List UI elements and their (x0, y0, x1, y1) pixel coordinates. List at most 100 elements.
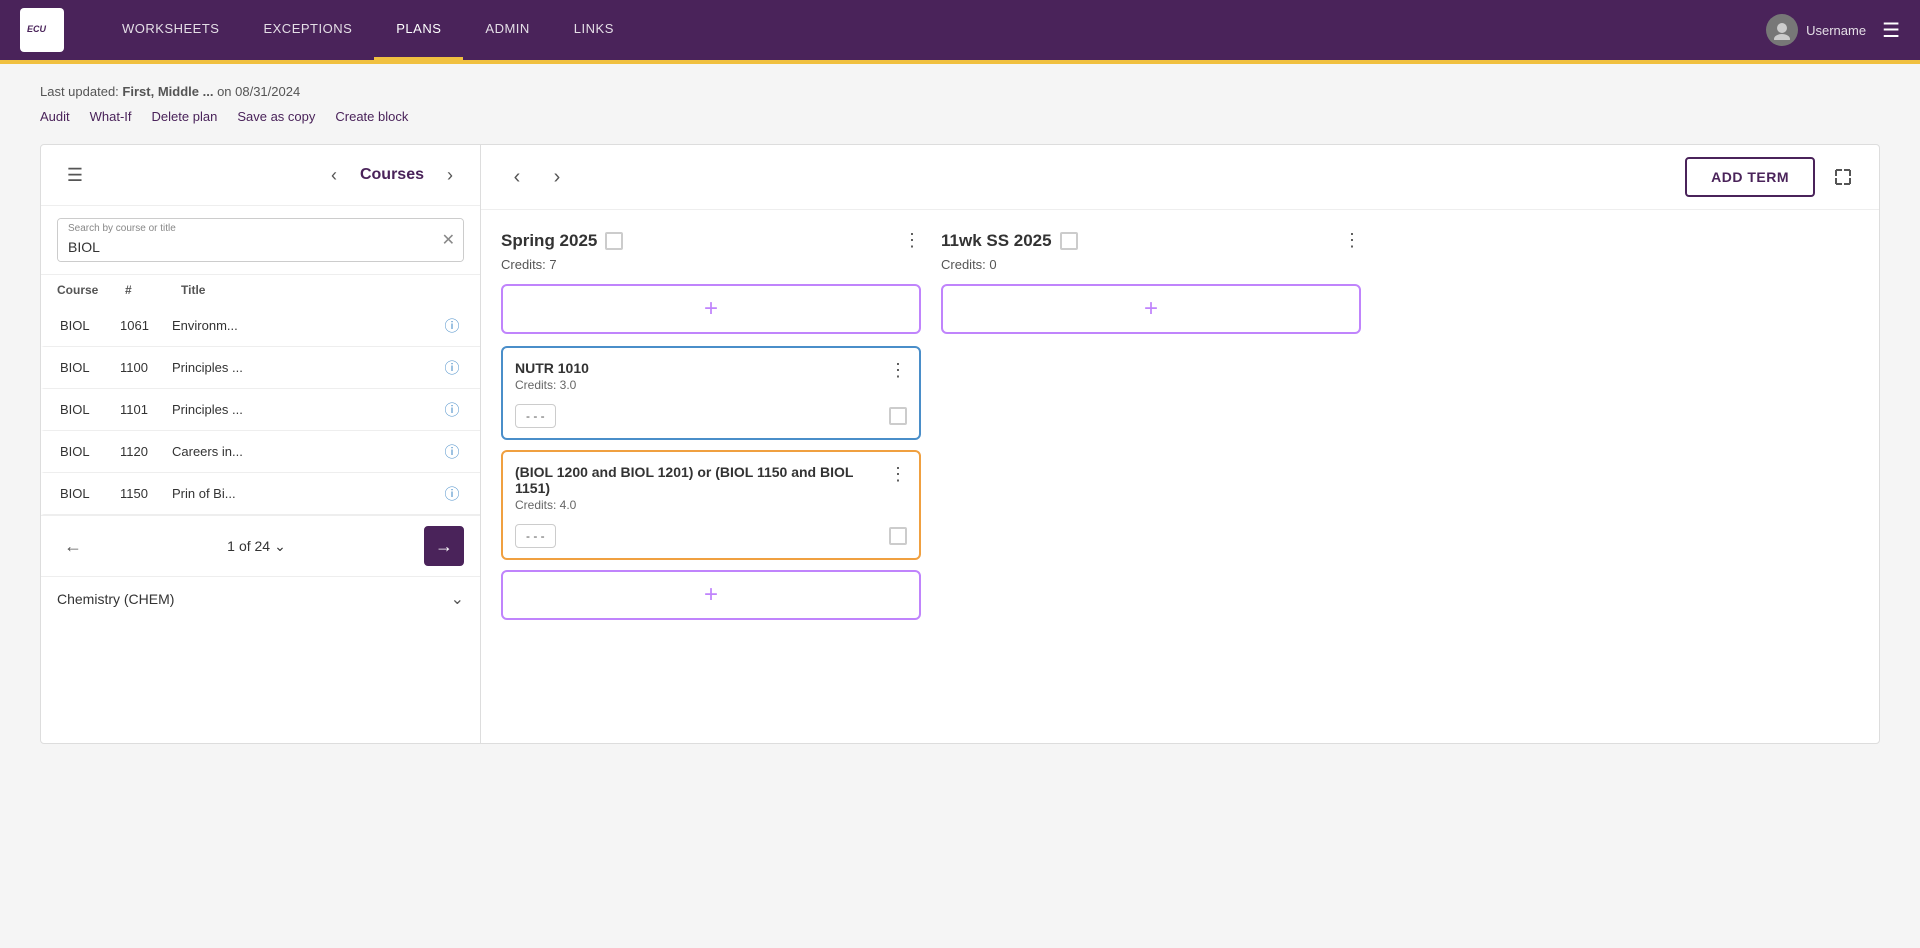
term-title-row-0: Spring 2025 ⋮ (501, 230, 921, 251)
avatar (1766, 14, 1798, 46)
course-dept-3: BIOL (60, 444, 112, 459)
search-input[interactable] (58, 219, 463, 261)
what-if-link[interactable]: What-If (90, 109, 132, 124)
course-num-0: 1061 (120, 318, 164, 333)
nav-admin[interactable]: ADMIN (463, 0, 551, 60)
col-header-num: # (125, 283, 173, 297)
col-header-title: Title (181, 283, 464, 297)
card-credits-1: Credits: 4.0 (515, 498, 889, 512)
term-next-button[interactable]: › (541, 161, 573, 193)
term-spring-2025: Spring 2025 ⋮ Credits: 7 + (501, 230, 921, 723)
add-course-button-top-0[interactable]: + (501, 284, 921, 334)
info-icon-0[interactable]: ⓘ (440, 315, 464, 336)
course-item-4[interactable]: BIOL 1150 Prin of Bi... ⓘ (41, 473, 480, 515)
card-checkbox-0[interactable] (889, 407, 907, 425)
course-card-biol-combo: (BIOL 1200 and BIOL 1201) or (BIOL 1150 … (501, 450, 921, 560)
pagination-prev[interactable]: ← (57, 530, 89, 562)
page-content: Last updated: First, Middle ... on 08/31… (0, 64, 1920, 764)
card-footer-0: - - - (503, 398, 919, 438)
term-prev-button[interactable]: ‹ (501, 161, 533, 193)
course-num-4: 1150 (120, 486, 164, 501)
term-name-0: Spring 2025 (501, 231, 623, 251)
svg-text:ECU: ECU (27, 24, 47, 34)
logo-shield: ECU (20, 8, 64, 52)
info-icon-4[interactable]: ⓘ (440, 483, 464, 504)
audit-link[interactable]: Audit (40, 109, 70, 124)
course-title-4: Prin of Bi... (172, 486, 432, 501)
courses-title: Courses (360, 166, 424, 184)
course-num-2: 1101 (120, 402, 164, 417)
course-dept-1: BIOL (60, 360, 112, 375)
course-table-header: Course # Title (41, 275, 480, 305)
user-avatar-area[interactable]: Username (1766, 14, 1866, 46)
term-nav: ‹ › (501, 161, 573, 193)
card-more-menu-1[interactable]: ⋮ (889, 464, 907, 485)
card-title-1: (BIOL 1200 and BIOL 1201) or (BIOL 1150 … (515, 464, 889, 496)
search-area: Search by course or title ✕ (41, 206, 480, 275)
sidebar: ☰ ‹ Courses › Search by course or title … (41, 145, 481, 743)
card-more-menu-0[interactable]: ⋮ (889, 360, 907, 381)
course-dept-2: BIOL (60, 402, 112, 417)
terms-area: Spring 2025 ⋮ Credits: 7 + (481, 210, 1879, 743)
term-credits-0: Credits: 7 (501, 257, 921, 272)
nav-plans[interactable]: PLANS (374, 0, 463, 60)
term-more-menu-1[interactable]: ⋮ (1343, 230, 1361, 251)
pagination-next[interactable]: → (424, 526, 464, 566)
term-checkbox-1[interactable] (1060, 232, 1078, 250)
course-card-nutr-1010: NUTR 1010 Credits: 3.0 ⋮ - - - (501, 346, 921, 440)
nav-links[interactable]: LINKS (552, 0, 636, 60)
course-title-3: Careers in... (172, 444, 432, 459)
info-icon-2[interactable]: ⓘ (440, 399, 464, 420)
course-title-2: Principles ... (172, 402, 432, 417)
page-current: 1 (227, 538, 235, 554)
courses-next-arrow[interactable]: › (436, 161, 464, 189)
page-dropdown[interactable]: 1 of 24 ⌄ (227, 538, 286, 555)
info-icon-3[interactable]: ⓘ (440, 441, 464, 462)
sidebar-menu-icon[interactable]: ☰ (57, 157, 93, 193)
term-name-1: 11wk SS 2025 (941, 231, 1078, 251)
delete-plan-link[interactable]: Delete plan (152, 109, 218, 124)
term-more-menu-0[interactable]: ⋮ (903, 230, 921, 251)
top-navigation: ECU WORKSHEETS EXCEPTIONS PLANS ADMIN LI… (0, 0, 1920, 60)
hamburger-menu[interactable]: ☰ (1882, 18, 1900, 43)
search-box: Search by course or title ✕ (57, 218, 464, 262)
create-block-link[interactable]: Create block (335, 109, 408, 124)
courses-nav: ‹ Courses › (320, 161, 464, 189)
course-list: BIOL 1061 Environm... ⓘ BIOL 1100 Princi… (41, 305, 480, 515)
course-item-0[interactable]: BIOL 1061 Environm... ⓘ (41, 305, 480, 347)
grade-badge-1[interactable]: - - - (515, 524, 556, 548)
card-checkbox-1[interactable] (889, 527, 907, 545)
card-credits-0: Credits: 3.0 (515, 378, 589, 392)
updated-date: on 08/31/2024 (217, 84, 300, 99)
add-course-button-bottom-0[interactable]: + (501, 570, 921, 620)
nav-worksheets[interactable]: WORKSHEETS (100, 0, 241, 60)
col-header-course: Course (57, 283, 117, 297)
logo[interactable]: ECU (20, 8, 80, 52)
term-11wk-ss-2025: 11wk SS 2025 ⋮ Credits: 0 + (941, 230, 1361, 723)
term-11wk-header: 11wk SS 2025 ⋮ Credits: 0 (941, 230, 1361, 272)
action-links: Audit What-If Delete plan Save as copy C… (40, 109, 1880, 124)
info-icon-1[interactable]: ⓘ (440, 357, 464, 378)
chemistry-section[interactable]: Chemistry (CHEM) ⌄ (41, 576, 480, 621)
add-course-button-top-1[interactable]: + (941, 284, 1361, 334)
page-info: 1 of 24 ⌄ (227, 538, 286, 555)
last-updated-text: Last updated: First, Middle ... on 08/31… (40, 84, 1880, 99)
grade-badge-0[interactable]: - - - (515, 404, 556, 428)
card-header-0: NUTR 1010 Credits: 3.0 ⋮ (503, 348, 919, 398)
course-item-1[interactable]: BIOL 1100 Principles ... ⓘ (41, 347, 480, 389)
add-term-button[interactable]: ADD TERM (1685, 157, 1815, 197)
updated-user: First, Middle ... (122, 84, 213, 99)
main-panel: ☰ ‹ Courses › Search by course or title … (40, 144, 1880, 744)
expand-button[interactable] (1827, 161, 1859, 193)
right-panel: ‹ › ADD TERM (481, 145, 1879, 743)
chemistry-section-title: Chemistry (CHEM) (57, 591, 174, 607)
search-clear-button[interactable]: ✕ (442, 230, 455, 250)
save-as-copy-link[interactable]: Save as copy (237, 109, 315, 124)
nav-exceptions[interactable]: EXCEPTIONS (241, 0, 374, 60)
course-item-3[interactable]: BIOL 1120 Careers in... ⓘ (41, 431, 480, 473)
course-item-2[interactable]: BIOL 1101 Principles ... ⓘ (41, 389, 480, 431)
course-num-1: 1100 (120, 360, 164, 375)
courses-prev-arrow[interactable]: ‹ (320, 161, 348, 189)
term-checkbox-0[interactable] (605, 232, 623, 250)
nav-right: Username ☰ (1766, 14, 1900, 46)
